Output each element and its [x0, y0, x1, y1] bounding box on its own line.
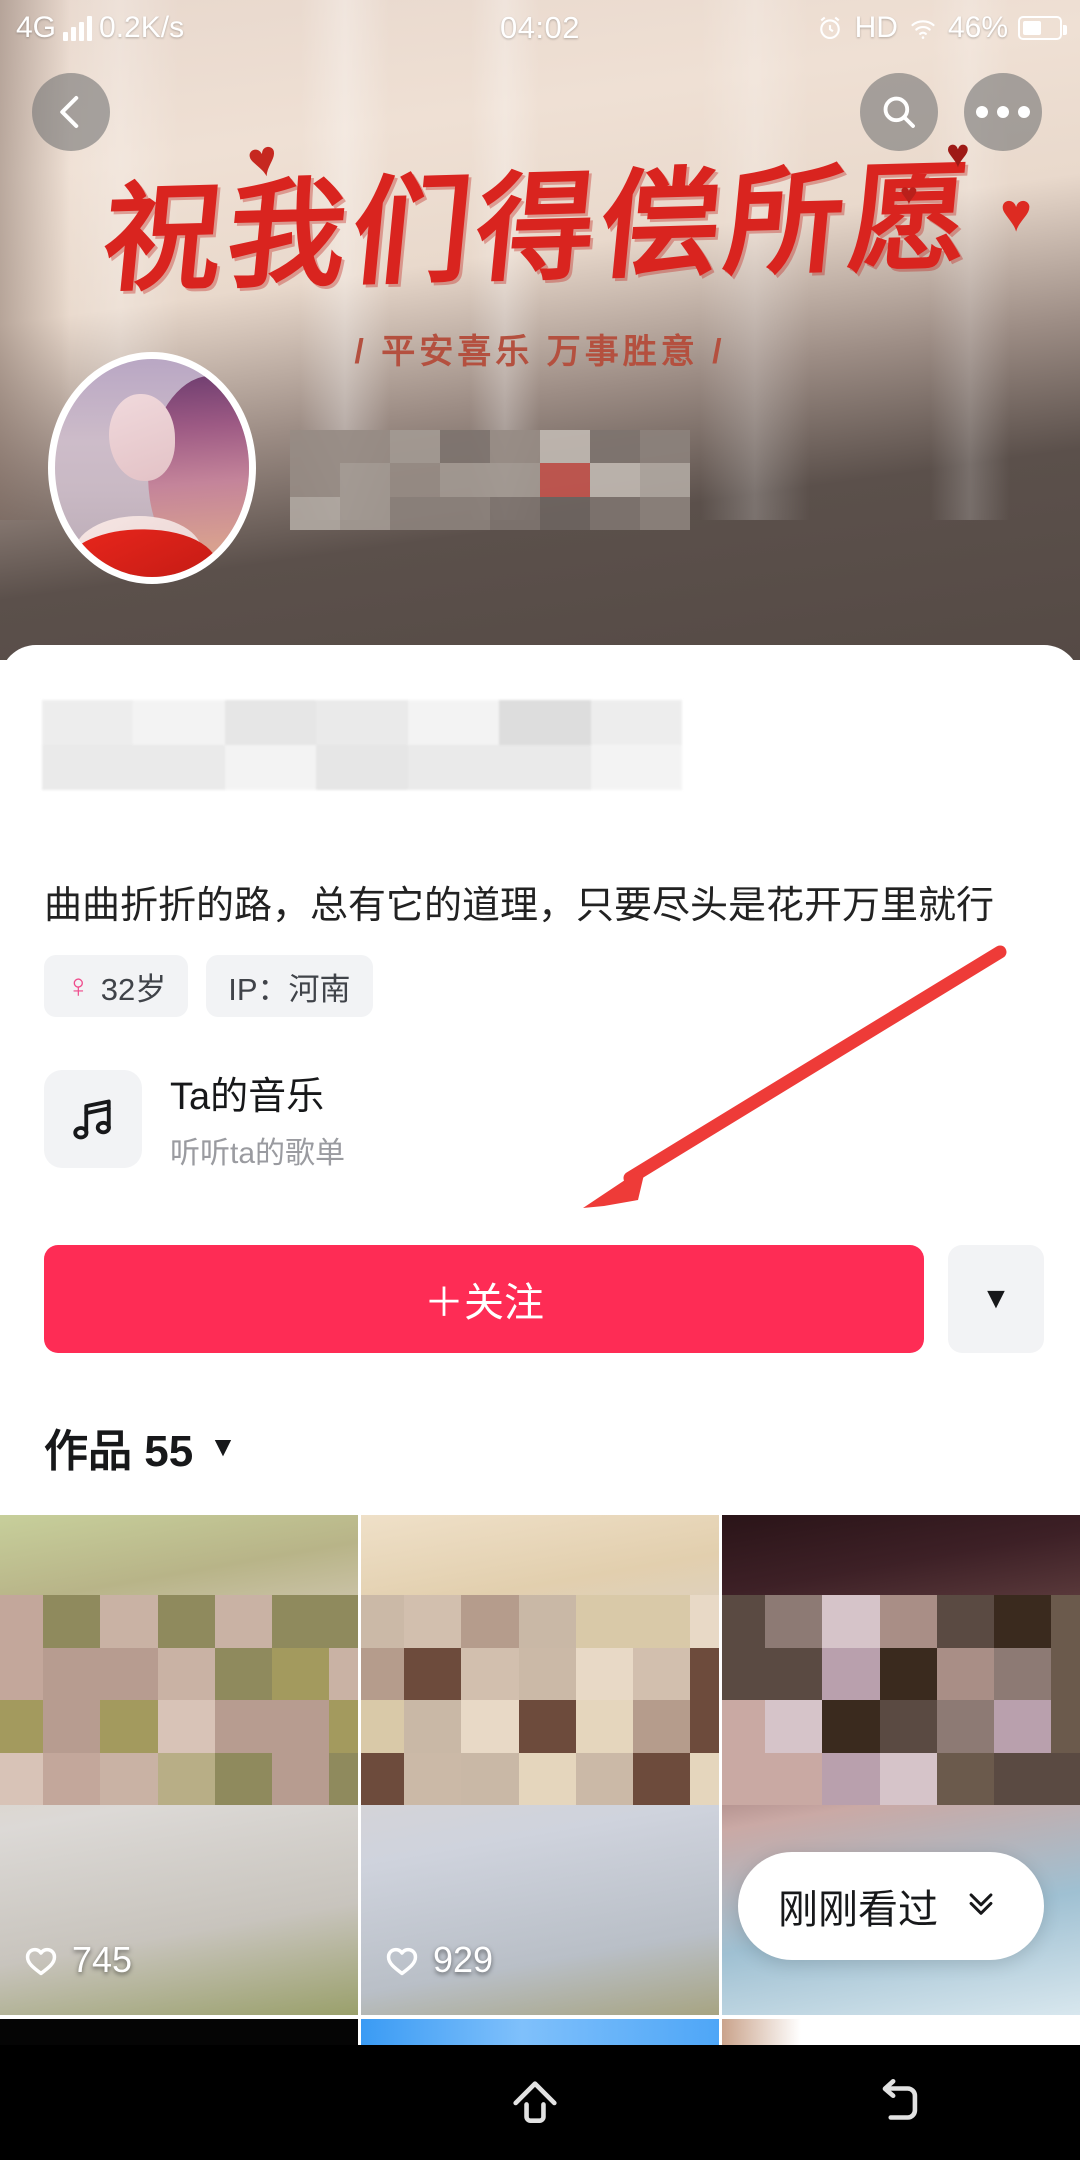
thumbnail-censor-mosaic	[361, 1595, 719, 1805]
banner-title-text: 祝我们得偿所愿	[0, 118, 1080, 317]
back-chevron-icon	[50, 91, 92, 133]
home-icon[interactable]	[504, 2072, 566, 2134]
music-entry-row[interactable]: Ta的音乐 听听ta的歌单	[44, 1065, 345, 1172]
phone-screen: 祝我们得偿所愿 / 平安喜乐 万事胜意 / ♥ ♥ ♥ ♥ 4G 0.2K/s …	[0, 0, 1080, 2160]
status-bar: 4G 0.2K/s 04:02 HD 46%	[0, 0, 1080, 56]
profile-tags: ♀ 32岁 IP：河南	[44, 955, 373, 1017]
like-count-badge: 929	[383, 1939, 493, 1981]
ip-location-tag: IP：河南	[206, 955, 372, 1017]
more-dots-icon	[976, 106, 1030, 118]
follow-more-button[interactable]: ▼	[948, 1245, 1044, 1353]
nickname-censored-mosaic	[290, 430, 690, 530]
back-button[interactable]	[32, 73, 110, 151]
music-title-label: Ta的音乐	[170, 1065, 345, 1120]
follow-button[interactable]: ＋关注	[44, 1245, 924, 1353]
heart-icon: ♥	[900, 178, 918, 212]
nickname-row-censored-mosaic	[42, 700, 682, 790]
recents-menu-icon[interactable]	[151, 2072, 203, 2134]
ip-location-label: IP：河南	[228, 964, 350, 1009]
music-note-icon	[44, 1070, 142, 1168]
heart-icon: ♥	[1000, 182, 1032, 244]
video-thumbnail[interactable]	[361, 2019, 719, 2045]
age-tag[interactable]: ♀ 32岁	[44, 955, 188, 1017]
heart-icon: ♥	[946, 132, 970, 177]
search-button[interactable]	[860, 73, 938, 151]
heart-outline-icon	[383, 1941, 421, 1979]
chevron-down-icon: ▼	[981, 1282, 1011, 1316]
recently-viewed-pill[interactable]: 刚刚看过	[738, 1852, 1044, 1960]
music-subtitle-label: 听听ta的歌单	[170, 1128, 345, 1172]
avatar[interactable]	[48, 352, 256, 584]
like-count-label: 929	[433, 1939, 493, 1981]
like-count-label: 745	[72, 1939, 132, 1981]
heart-outline-icon	[22, 1941, 60, 1979]
clock-label: 04:02	[0, 10, 1080, 46]
music-text-block: Ta的音乐 听听ta的歌单	[170, 1065, 345, 1172]
recently-viewed-label: 刚刚看过	[778, 1877, 938, 1935]
video-thumbnail[interactable]	[722, 2019, 1080, 2045]
chevron-down-icon: ▼	[209, 1431, 237, 1463]
works-count-label: 作品 55	[44, 1415, 193, 1479]
video-thumbnail[interactable]	[0, 2019, 358, 2045]
battery-icon	[1018, 16, 1062, 40]
video-thumbnail[interactable]: 929	[361, 1515, 719, 2015]
age-label: 32岁	[101, 964, 166, 1009]
avatar-face	[109, 394, 175, 481]
works-grid-next-row	[0, 2019, 1080, 2045]
thumbnail-censor-mosaic	[722, 1595, 1080, 1805]
more-options-button[interactable]	[964, 73, 1042, 151]
like-count-badge: 745	[22, 1939, 132, 1981]
video-thumbnail[interactable]: 745	[0, 1515, 358, 2015]
works-tab-header[interactable]: 作品 55 ▼	[44, 1415, 237, 1479]
double-chevron-down-icon	[958, 1885, 1004, 1927]
search-icon	[878, 91, 920, 133]
back-arrow-icon[interactable]	[867, 2072, 929, 2134]
profile-bio-text: 曲曲折折的路，总有它的道理，只要尽头是花开万里就行	[44, 880, 1044, 933]
works-grid: 745 929	[0, 1515, 1080, 2045]
female-gender-icon: ♀	[66, 967, 91, 1005]
android-navigation-bar	[0, 2045, 1080, 2160]
thumbnail-censor-mosaic	[0, 1595, 358, 1805]
